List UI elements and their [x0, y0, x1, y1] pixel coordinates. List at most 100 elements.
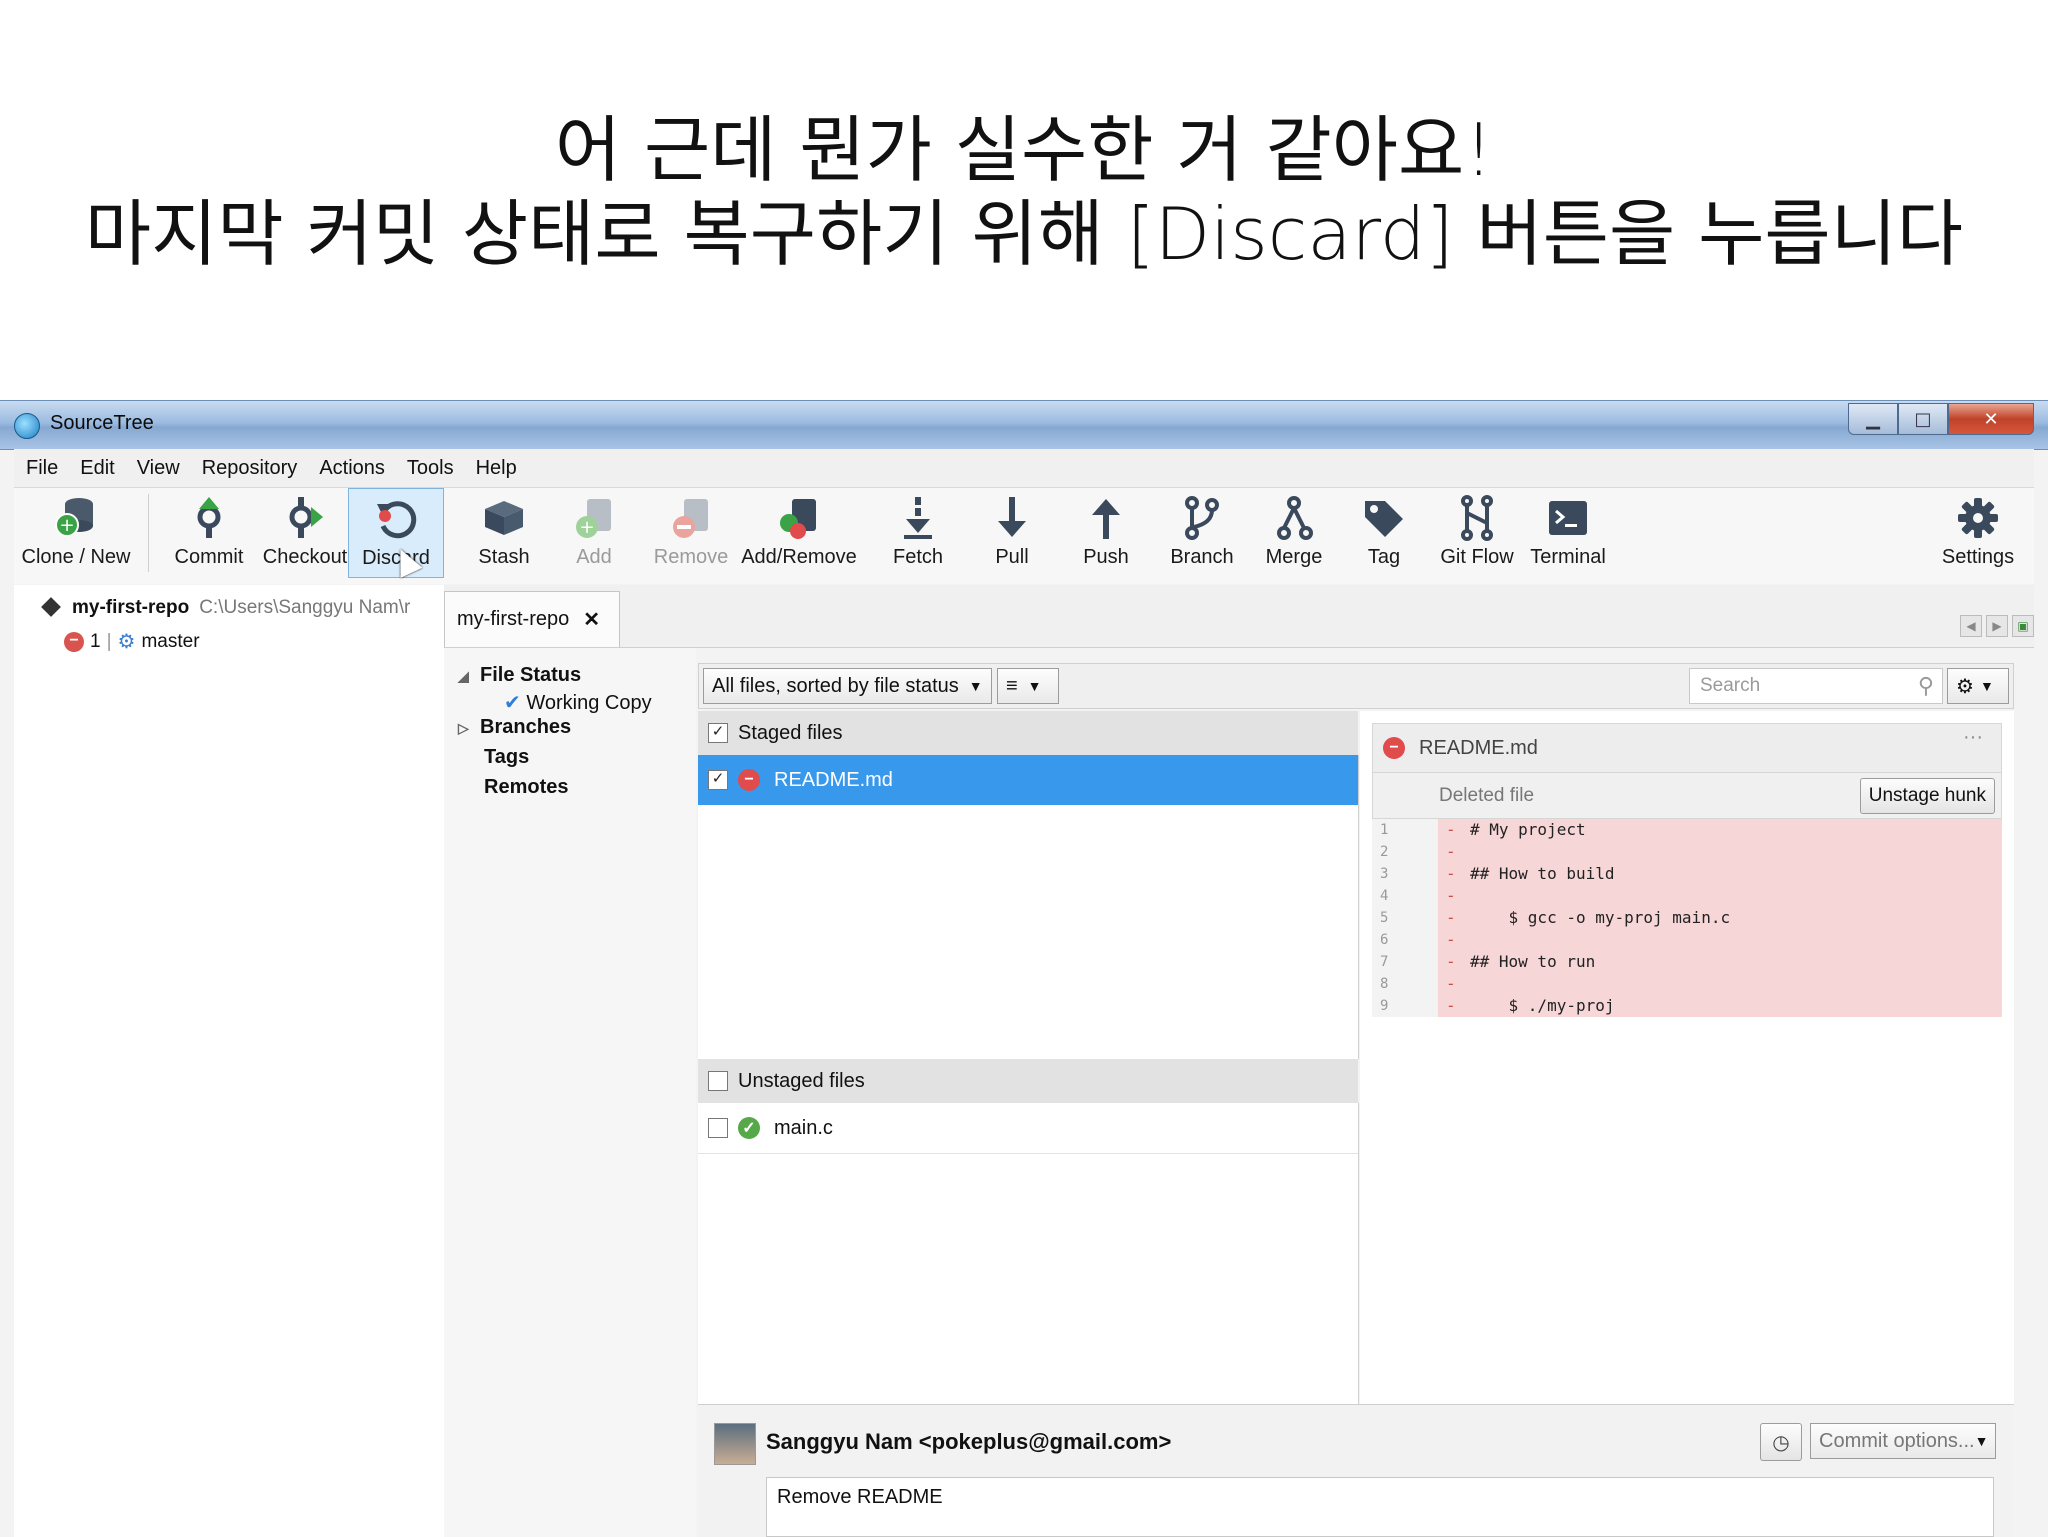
pull-button[interactable]: Pull: [970, 488, 1054, 578]
merge-icon: [1270, 494, 1318, 542]
diff-line-text: $ ./my-proj: [1470, 996, 1615, 1015]
options-gear-dropdown[interactable]: ⚙ ▼: [1947, 668, 2009, 704]
search-input[interactable]: Search ⚲: [1689, 668, 1943, 704]
modified-status-icon: ✓: [738, 1117, 760, 1139]
diff-line-number: 3: [1372, 863, 1438, 885]
view-mode-dropdown[interactable]: ≡ ▼: [997, 668, 1059, 704]
history-clock-button[interactable]: ◷: [1760, 1423, 1802, 1461]
menu-help[interactable]: Help: [476, 457, 517, 480]
add-button[interactable]: + Add: [556, 488, 632, 578]
tab-close-icon[interactable]: ✕: [583, 607, 600, 632]
staged-file-row[interactable]: ✓ − README.md: [698, 755, 1358, 805]
add-remove-button[interactable]: Add/Remove: [734, 488, 864, 578]
clone-new-button[interactable]: + Clone / New: [20, 488, 132, 578]
diff-panel: − README.md ··· Deleted file Unstage hun…: [1360, 711, 2014, 1405]
deletion-marker: -: [1446, 952, 1456, 971]
checkout-button[interactable]: Checkout: [256, 488, 354, 578]
tab-scroll-right-icon[interactable]: ▶: [1986, 615, 2008, 637]
fetch-button[interactable]: Fetch: [876, 488, 960, 578]
pending-count: 1: [90, 630, 101, 652]
deletion-marker: -: [1446, 842, 1456, 861]
menu-view[interactable]: View: [137, 457, 180, 480]
nav-file-status-label: File Status: [480, 664, 582, 686]
stash-button[interactable]: Stash: [460, 488, 548, 578]
diff-line-code: -: [1438, 841, 2002, 863]
minimize-button[interactable]: ▁: [1848, 403, 1898, 435]
window-controls: ▁ □ ✕: [1848, 403, 2034, 437]
tab-list-icon[interactable]: ▣: [2012, 615, 2034, 637]
close-window-button[interactable]: ✕: [1948, 403, 2034, 435]
staged-file-name: README.md: [774, 768, 893, 791]
hunk-header: Deleted file Unstage hunk: [1372, 773, 2002, 819]
caption-line-1: 어 근데 뭔가 실수한 거 같아요!: [554, 108, 1494, 192]
settings-button[interactable]: Settings: [1922, 488, 2034, 578]
staged-select-all-checkbox[interactable]: ✓: [708, 723, 728, 743]
tab-label: my-first-repo: [457, 608, 570, 630]
nav-remotes[interactable]: Remotes: [484, 776, 568, 799]
staged-file-list: ✓ − README.md: [698, 755, 1359, 1059]
nav-working-copy[interactable]: ✔ Working Copy: [504, 690, 652, 715]
push-button[interactable]: Push: [1064, 488, 1148, 578]
remove-button[interactable]: Remove: [642, 488, 740, 578]
branch-button[interactable]: Branch: [1154, 488, 1250, 578]
avatar: [714, 1423, 756, 1465]
window-title: SourceTree: [50, 412, 154, 434]
commit-label: Commit: [174, 546, 244, 568]
file-checkbox[interactable]: ✓: [708, 770, 728, 790]
menu-repository[interactable]: Repository: [202, 457, 298, 480]
commit-options-dropdown[interactable]: Commit options... ▼: [1810, 1423, 1996, 1459]
pending-changes-icon: −: [64, 631, 84, 652]
unstaged-files-header: Unstaged files: [698, 1059, 1358, 1104]
toolbar: + Clone / New Commit Checkout Discard St…: [14, 488, 2034, 584]
tab-my-first-repo[interactable]: my-first-repo ✕: [444, 591, 620, 647]
commit-message-input[interactable]: Remove README: [766, 1477, 1994, 1537]
sort-dropdown[interactable]: All files, sorted by file status ▼: [703, 668, 992, 704]
menu-tools[interactable]: Tools: [407, 457, 454, 480]
branch-label: Branch: [1170, 546, 1234, 568]
fetch-label: Fetch: [892, 546, 944, 568]
nav-branches[interactable]: ▷ Branches: [458, 716, 571, 739]
tab-scroll-left-icon[interactable]: ◀: [1960, 615, 1982, 637]
nav-tags[interactable]: Tags: [484, 746, 529, 769]
clock-icon: ◷: [1772, 1430, 1790, 1454]
tab-scroll-controls: ◀ ▶ ▣: [1960, 615, 2034, 637]
commit-button[interactable]: Commit: [162, 488, 256, 578]
maximize-button[interactable]: □: [1898, 403, 1948, 435]
settings-label: Settings: [1941, 546, 2015, 568]
menu-actions[interactable]: Actions: [319, 457, 385, 480]
menu-file[interactable]: File: [26, 457, 58, 480]
sort-dropdown-value: All files, sorted by file status: [712, 674, 959, 697]
bookmarks-sidebar: my-first-repo C:\Users\Sanggyu Nam\r − 1 …: [14, 585, 445, 1537]
stash-box-icon: [480, 494, 528, 542]
nav-branches-label: Branches: [480, 716, 572, 738]
deleted-status-icon: −: [1383, 737, 1405, 759]
nav-working-copy-label: Working Copy: [526, 692, 652, 714]
deleted-status-icon: −: [738, 769, 760, 791]
more-options-icon[interactable]: ···: [1963, 726, 1983, 749]
diff-line: 5- $ gcc -o my-proj main.c: [1372, 907, 2002, 929]
diff-line: 4-: [1372, 885, 2002, 907]
menu-edit[interactable]: Edit: [80, 457, 114, 480]
deletion-marker: -: [1446, 886, 1456, 905]
diff-line-code: -: [1438, 885, 2002, 907]
sourcetree-window: SourceTree ▁ □ ✕ File Edit View Reposito…: [0, 400, 2048, 1537]
file-checkbox[interactable]: [708, 1118, 728, 1138]
tag-button[interactable]: Tag: [1344, 488, 1424, 578]
nav-file-status[interactable]: ◢ File Status: [458, 664, 581, 687]
repo-bookmark[interactable]: my-first-repo C:\Users\Sanggyu Nam\r: [72, 597, 410, 619]
checkout-icon: [281, 494, 329, 542]
diff-line-text: # My project: [1470, 820, 1586, 839]
branch-icon-small: ⚙: [117, 631, 136, 653]
chevron-down-icon: ▼: [1027, 678, 1042, 694]
git-flow-button[interactable]: Git Flow: [1432, 488, 1522, 578]
svg-text:+: +: [59, 515, 74, 536]
unstage-hunk-button[interactable]: Unstage hunk: [1859, 778, 1995, 814]
terminal-label: Terminal: [1530, 546, 1606, 568]
terminal-button[interactable]: Terminal: [1522, 488, 1614, 578]
unstaged-file-row[interactable]: ✓ main.c: [698, 1103, 1358, 1154]
merge-button[interactable]: Merge: [1250, 488, 1338, 578]
diff-line-number: 9: [1372, 995, 1438, 1017]
unstaged-select-all-checkbox[interactable]: [708, 1071, 728, 1091]
diff-line-code: - # My project: [1438, 819, 2002, 841]
gear-icon: [1954, 494, 2002, 542]
